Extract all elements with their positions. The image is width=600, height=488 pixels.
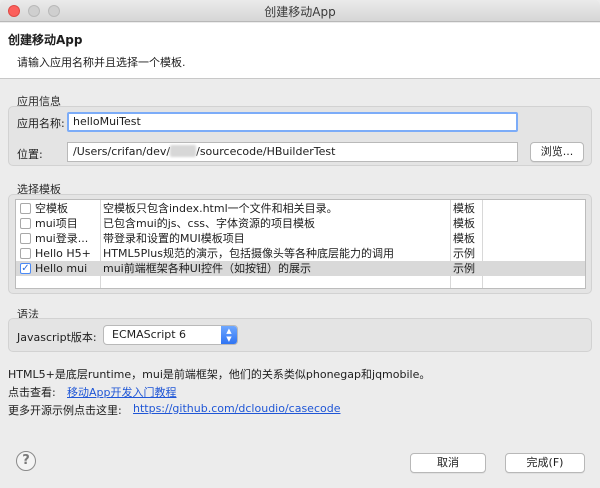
title-bar: 创建移动App: [0, 0, 600, 22]
template-checkbox[interactable]: [20, 233, 31, 244]
template-row[interactable]: Hello H5+ HTML5Plus规范的演示，包括摄像头等各种底层能力的调用 示…: [16, 246, 585, 261]
runtime-info-text: HTML5+是底层runtime，mui是前端框架，他们的关系类似phonega…: [8, 368, 431, 381]
app-name-label: 应用名称:: [17, 117, 65, 130]
dialog-title: 创建移动App: [8, 33, 83, 47]
template-row[interactable]: 空模板 空模板只包含index.html一个文件和相关目录。 模板: [16, 201, 585, 216]
checkmark-icon: ✓: [21, 263, 30, 274]
template-description: 带登录和设置的MUI模板项目: [103, 232, 245, 245]
location-suffix: /sourcecode/HBuilderTest: [196, 145, 336, 158]
template-row[interactable]: mui登录... 带登录和设置的MUI模板项目 模板: [16, 231, 585, 246]
template-row[interactable]: mui项目 已包含mui的js、css、字体资源的项目模板 模板: [16, 216, 585, 231]
js-version-label: Javascript版本:: [17, 331, 97, 344]
template-type: 模板: [453, 217, 475, 230]
js-version-select[interactable]: ECMAScript 6 ▲ ▼: [103, 325, 238, 345]
tutorial-label: 点击查看:: [8, 386, 56, 399]
template-checkbox[interactable]: [20, 218, 31, 229]
location-input[interactable]: /Users/crifan/dev/ /sourcecode/HBuilderTe…: [67, 142, 518, 162]
up-down-chevron-icon: ▲ ▼: [221, 326, 237, 344]
template-type: 示例: [453, 247, 475, 260]
template-name: mui登录...: [35, 232, 89, 245]
template-type: 模板: [453, 232, 475, 245]
template-description: mui前端框架各种UI控件（如按钮）的展示: [103, 262, 312, 275]
browse-button[interactable]: 浏览...: [530, 142, 584, 162]
dialog-description: 请输入应用名称并且选择一个模板.: [17, 56, 186, 69]
app-name-value: helloMuiTest: [73, 115, 141, 128]
window-title: 创建移动App: [264, 5, 336, 19]
js-version-value: ECMAScript 6: [112, 328, 187, 341]
template-table: 空模板 空模板只包含index.html一个文件和相关目录。 模板 mui项目 已包含m…: [15, 199, 586, 289]
finish-button[interactable]: 完成(F): [505, 453, 585, 473]
app-name-input[interactable]: helloMuiTest: [67, 112, 518, 132]
location-prefix: /Users/crifan/dev/: [73, 145, 171, 158]
cancel-button[interactable]: 取消: [410, 453, 486, 473]
template-description: 已包含mui的js、css、字体资源的项目模板: [103, 217, 316, 230]
template-checkbox[interactable]: ✓: [20, 263, 31, 274]
template-checkbox[interactable]: [20, 248, 31, 259]
template-name: 空模板: [35, 202, 68, 215]
template-row[interactable]: ✓ Hello mui mui前端框架各种UI控件（如按钮）的展示 示例: [16, 261, 585, 276]
template-description: 空模板只包含index.html一个文件和相关目录。: [103, 202, 338, 215]
dialog-header: 创建移动App 请输入应用名称并且选择一个模板.: [0, 23, 600, 79]
location-label: 位置:: [17, 148, 43, 161]
template-type: 模板: [453, 202, 475, 215]
tutorial-link[interactable]: 移动App开发入门教程: [67, 384, 177, 400]
examples-link[interactable]: https://github.com/dcloudio/casecode: [133, 402, 340, 415]
template-type: 示例: [453, 262, 475, 275]
help-icon[interactable]: ?: [16, 451, 36, 471]
create-app-dialog: 创建移动App 创建移动App 请输入应用名称并且选择一个模板. 应用信息 应用…: [0, 0, 600, 488]
template-name: Hello H5+: [35, 247, 91, 260]
redacted-path-segment: [170, 145, 197, 157]
template-name: Hello mui: [35, 262, 88, 275]
examples-label: 更多开源示例点击这里:: [8, 404, 122, 417]
template-checkbox[interactable]: [20, 203, 31, 214]
template-description: HTML5Plus规范的演示，包括摄像头等各种底层能力的调用: [103, 247, 394, 260]
template-name: mui项目: [35, 217, 78, 230]
